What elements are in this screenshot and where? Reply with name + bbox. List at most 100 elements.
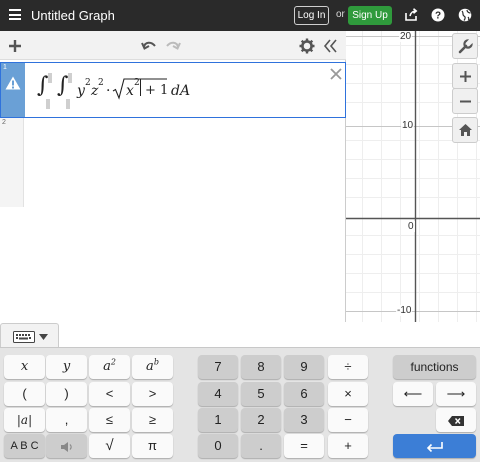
functions-button[interactable]: functions <box>393 355 476 379</box>
key-1[interactable]: 1 <box>198 408 238 432</box>
key-left-arrow[interactable]: ⟵ <box>393 382 433 406</box>
exp-z: 2 <box>98 78 104 88</box>
svg-text:?: ? <box>435 11 441 22</box>
key-pi[interactable]: π <box>132 434 173 458</box>
expression-row[interactable]: 1 ∫ ∫ y 2 z 2 · x 2 + 1 dA <box>0 62 346 118</box>
graph-paper[interactable]: 20 10 0 -10 <box>346 31 480 322</box>
key-plus[interactable]: + <box>328 434 368 458</box>
key-0[interactable]: 0 <box>198 434 238 458</box>
upper-limit-placeholder[interactable] <box>68 73 72 83</box>
help-icon[interactable]: ? <box>431 8 445 22</box>
key-decimal[interactable]: . <box>241 434 281 458</box>
keyboard-icon <box>13 331 35 343</box>
var-y: y <box>77 83 85 99</box>
globe-icon[interactable] <box>458 8 472 22</box>
key-7[interactable]: 7 <box>198 355 238 379</box>
zoom-in-button[interactable] <box>452 63 478 89</box>
key-a-squared[interactable]: a2 <box>89 355 130 379</box>
key-a-power-b-exp: b <box>153 357 159 367</box>
wrench-icon <box>458 39 473 54</box>
expression-number: 1 <box>3 64 7 71</box>
key-a-power-b[interactable]: ab <box>132 355 173 379</box>
zoom-out-button[interactable] <box>452 88 478 114</box>
key-enter[interactable] <box>393 434 476 458</box>
expression-row-tab[interactable]: 2 <box>0 118 24 207</box>
signup-button[interactable]: Sign Up <box>348 6 392 25</box>
differential-dA: dA <box>171 83 191 99</box>
expression-list: 1 ∫ ∫ y 2 z 2 · x 2 + 1 dA 2 <box>0 60 346 322</box>
dot-operator: · <box>106 83 111 99</box>
close-icon[interactable] <box>329 67 343 81</box>
key-greater-than[interactable]: > <box>132 382 173 406</box>
chevron-down-icon <box>39 334 48 340</box>
key-9[interactable]: 9 <box>284 355 324 379</box>
key-a-squared-exp: 2 <box>110 357 116 367</box>
gear-icon[interactable] <box>299 38 315 54</box>
key-4[interactable]: 4 <box>198 382 238 406</box>
origin-label: 0 <box>407 221 415 232</box>
key-close-paren[interactable]: ) <box>46 382 87 406</box>
key-minus[interactable]: − <box>328 408 368 432</box>
double-chevron-left-icon[interactable] <box>322 38 338 54</box>
hamburger-icon[interactable] <box>9 9 21 20</box>
expression-row[interactable]: 2 <box>0 118 346 207</box>
key-y[interactable]: y <box>46 355 87 379</box>
key-divide[interactable]: ÷ <box>328 355 368 379</box>
key-greater-equal[interactable]: ≥ <box>132 408 173 432</box>
y-tick-label: -10 <box>396 305 413 316</box>
default-viewport-button[interactable] <box>452 117 478 143</box>
key-multiply[interactable]: × <box>328 382 368 406</box>
key-x[interactable]: x <box>4 355 45 379</box>
home-icon <box>459 124 472 136</box>
keyboard-toggle[interactable] <box>0 323 59 348</box>
key-5[interactable]: 5 <box>241 382 281 406</box>
warning-icon[interactable] <box>5 76 21 90</box>
enter-icon <box>426 441 443 452</box>
zoom-out-icon <box>460 100 471 103</box>
key-a-squared-base: a <box>103 359 111 374</box>
key-less-than[interactable]: < <box>89 382 130 406</box>
upper-limit-placeholder[interactable] <box>48 73 52 83</box>
plus-one: + 1 <box>145 83 169 98</box>
y-tick-label: 10 <box>401 120 415 131</box>
or-label: or <box>336 9 345 20</box>
top-bar: Untitled Graph Log In or Sign Up ? <box>0 0 480 31</box>
login-button[interactable]: Log In <box>294 6 329 25</box>
graph-settings-button[interactable] <box>452 33 478 59</box>
plus-icon[interactable] <box>7 38 23 54</box>
key-open-paren[interactable]: ( <box>4 382 45 406</box>
expression-number: 2 <box>2 119 6 126</box>
speaker-icon <box>60 441 72 452</box>
key-6[interactable]: 6 <box>284 382 324 406</box>
key-absolute-value[interactable]: |a| <box>4 408 45 432</box>
share-icon[interactable] <box>404 8 418 22</box>
key-equals[interactable]: = <box>284 434 324 458</box>
lower-limit-placeholder[interactable] <box>46 99 50 109</box>
exp-y: 2 <box>85 78 91 88</box>
key-3[interactable]: 3 <box>284 408 324 432</box>
math-keypad: x y a2 ab ( ) < > |a| , ≤ ≥ A B C √ π 7 … <box>0 347 480 462</box>
key-audio[interactable] <box>46 434 87 458</box>
backspace-icon <box>448 415 464 426</box>
redo-icon[interactable] <box>165 38 181 54</box>
key-backspace[interactable] <box>436 408 476 432</box>
key-less-equal[interactable]: ≤ <box>89 408 130 432</box>
key-sqrt[interactable]: √ <box>89 434 130 458</box>
exp-x: 2 <box>134 78 140 88</box>
key-8[interactable]: 8 <box>241 355 281 379</box>
key-right-arrow[interactable]: ⟶ <box>436 382 476 406</box>
integral-sign: ∫ <box>57 73 69 98</box>
var-x: x <box>126 83 134 99</box>
key-abc[interactable]: A B C <box>4 434 45 458</box>
undo-icon[interactable] <box>141 38 157 54</box>
key-comma[interactable]: , <box>46 408 87 432</box>
y-tick-label: 20 <box>399 31 413 42</box>
text-cursor <box>140 79 141 96</box>
expression-row-tab[interactable]: 1 <box>1 63 25 117</box>
lower-limit-placeholder[interactable] <box>66 99 70 109</box>
key-a-power-b-base: a <box>146 359 154 374</box>
graph-title[interactable]: Untitled Graph <box>31 8 115 23</box>
integral-sign: ∫ <box>37 73 49 98</box>
key-2[interactable]: 2 <box>241 408 281 432</box>
zoom-in-icon <box>460 71 471 82</box>
